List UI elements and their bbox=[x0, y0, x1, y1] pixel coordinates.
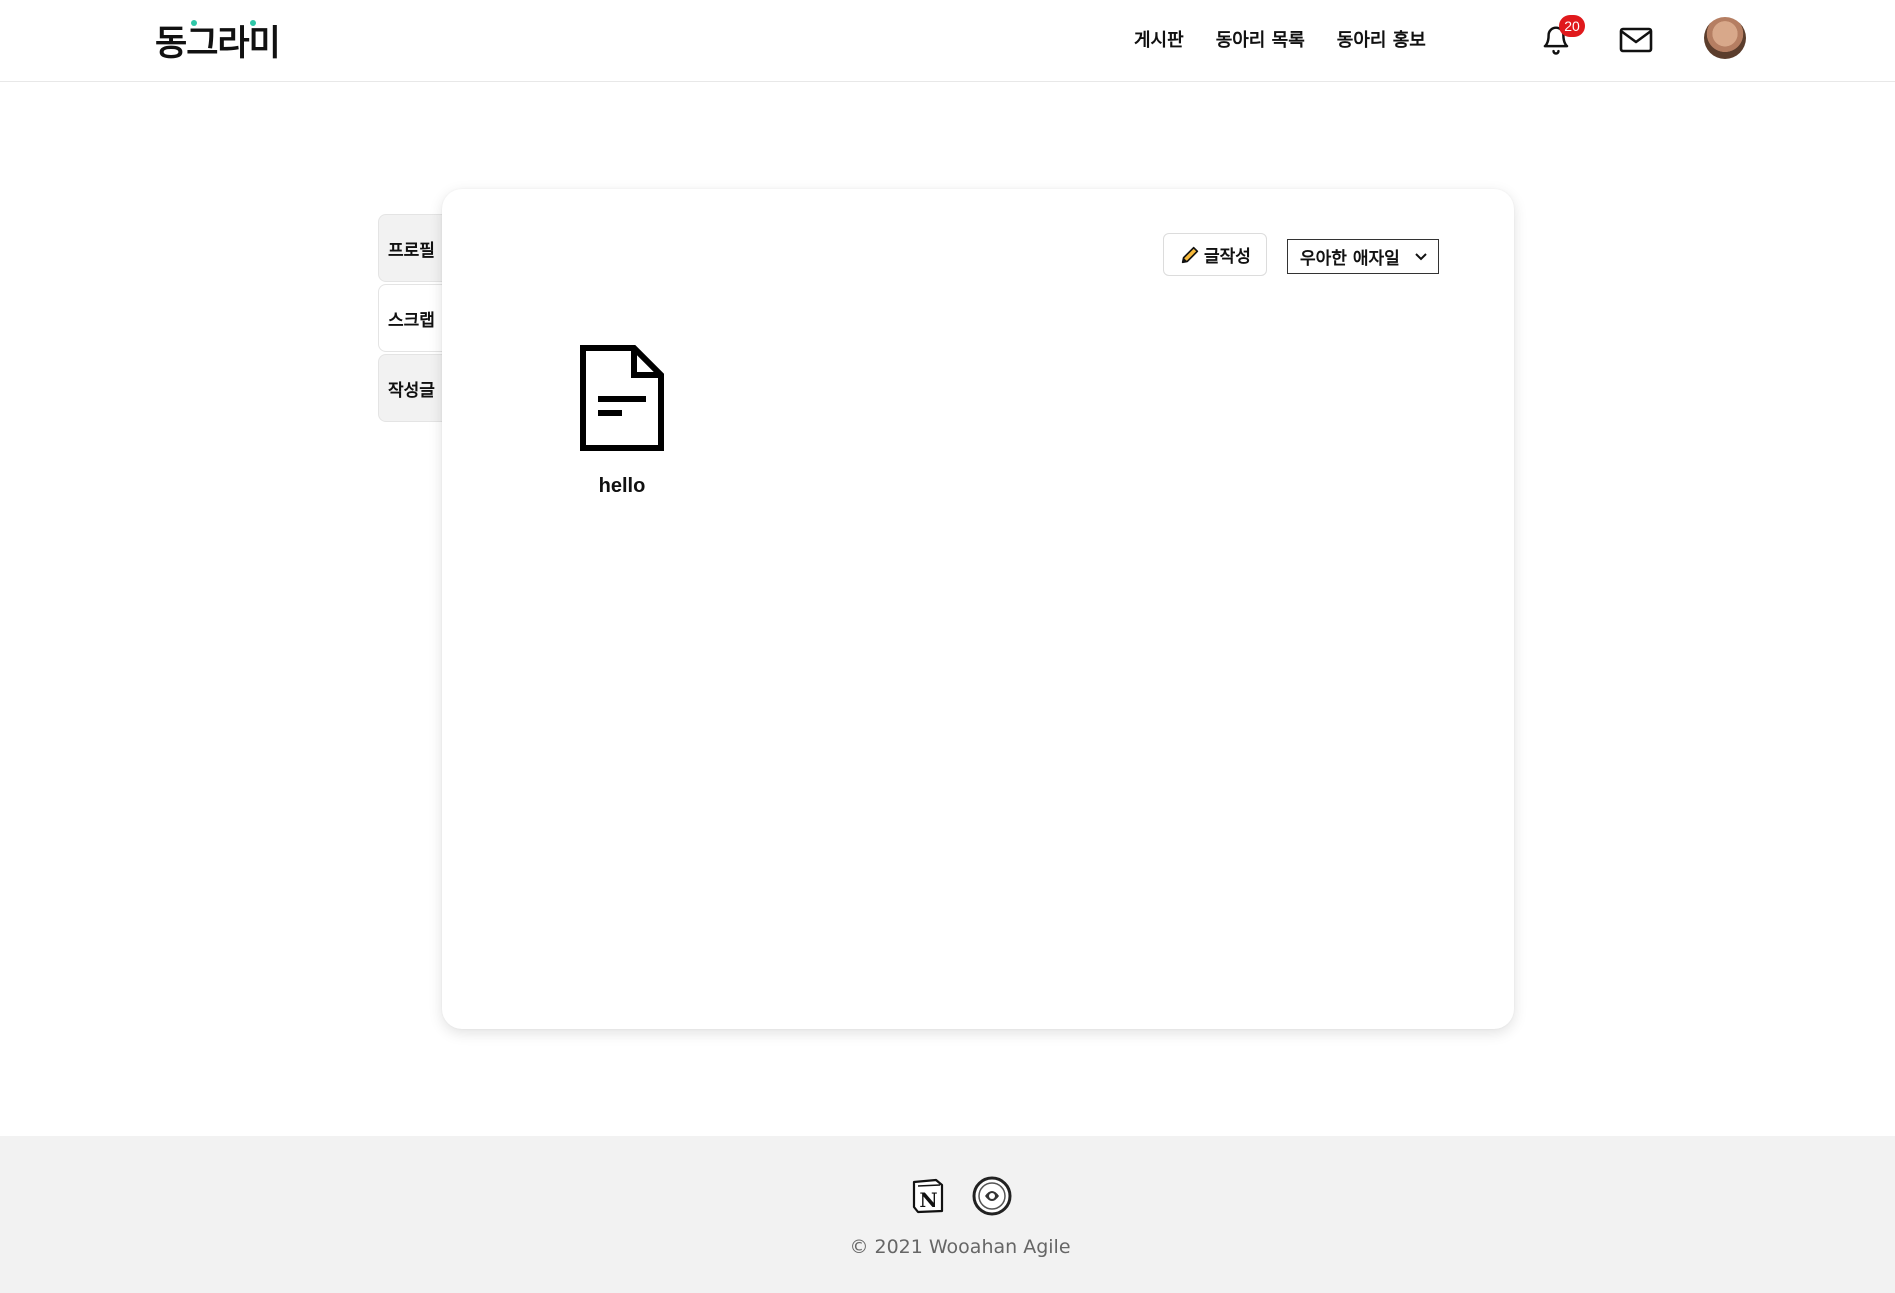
message-button[interactable] bbox=[1614, 18, 1658, 62]
tab-profile[interactable]: 프로필 bbox=[378, 214, 444, 282]
svg-text:N: N bbox=[919, 1188, 937, 1212]
chevron-down-icon bbox=[1415, 252, 1427, 260]
post-title: hello bbox=[598, 475, 646, 497]
logo-dot bbox=[191, 20, 197, 26]
notification-button[interactable]: 20 bbox=[1534, 15, 1585, 62]
club-select[interactable]: 우아한 애자일 bbox=[1287, 239, 1439, 274]
write-post-label: 글작성 bbox=[1204, 247, 1251, 267]
footer-links: N bbox=[908, 1176, 1012, 1216]
document-icon bbox=[580, 345, 664, 451]
notification-badge: 20 bbox=[1559, 15, 1585, 37]
tab-my-posts[interactable]: 작성글 bbox=[378, 354, 444, 422]
logo-text: 동그라미 bbox=[155, 23, 281, 64]
tab-scrap[interactable]: 스크랩 bbox=[378, 284, 444, 352]
logo-dot bbox=[250, 20, 256, 26]
main-nav: 게시판 동아리 목록 동아리 홍보 bbox=[1134, 26, 1426, 52]
notion-icon: N bbox=[912, 1178, 944, 1214]
content-card: 글작성 우아한 애자일 hello bbox=[442, 189, 1514, 1029]
club-logo-link[interactable] bbox=[972, 1176, 1012, 1216]
copyright-text: © 2021 Wooahan Agile bbox=[849, 1236, 1071, 1258]
club-select-value: 우아한 애자일 bbox=[1300, 249, 1400, 269]
nav-club-list[interactable]: 동아리 목록 bbox=[1216, 26, 1305, 52]
top-header: 동그라미 게시판 동아리 목록 동아리 홍보 20 bbox=[0, 0, 1895, 82]
site-logo[interactable]: 동그라미 bbox=[155, 18, 281, 64]
write-post-button[interactable]: 글작성 bbox=[1163, 233, 1267, 276]
notion-link[interactable]: N bbox=[908, 1176, 948, 1216]
mail-icon bbox=[1619, 27, 1653, 53]
nav-club-promo[interactable]: 동아리 홍보 bbox=[1337, 26, 1426, 52]
club-logo-icon bbox=[972, 1176, 1012, 1216]
pencil-icon bbox=[1181, 246, 1199, 263]
profile-side-tabs: 프로필 스크랩 작성글 bbox=[378, 214, 444, 424]
site-footer: N © 2021 Wooahan Agile bbox=[0, 1136, 1895, 1293]
user-avatar[interactable] bbox=[1704, 17, 1746, 59]
nav-board[interactable]: 게시판 bbox=[1134, 26, 1184, 52]
post-item[interactable]: hello bbox=[554, 345, 690, 498]
